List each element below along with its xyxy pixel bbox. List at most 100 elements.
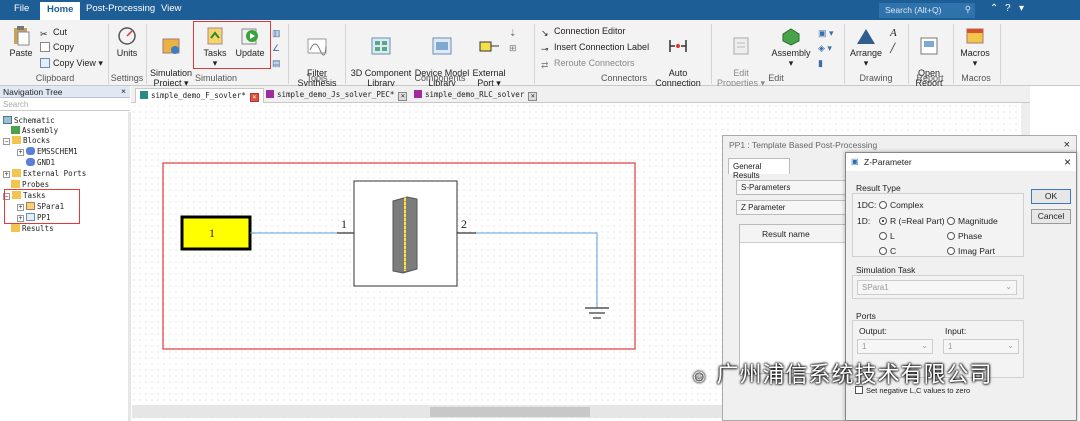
minimize-ribbon-icon[interactable]: ⌃ (990, 3, 998, 14)
copy-view-icon (40, 58, 50, 68)
tab-post-processing[interactable]: Post-Processing (86, 3, 155, 14)
close-icon[interactable]: × (1064, 139, 1070, 151)
macros-button[interactable]: Macros ▾ (958, 26, 992, 68)
search-box[interactable]: Search (Alt+Q) ⚲ (879, 3, 975, 18)
reroute-connectors-label: Reroute Connectors (554, 58, 635, 68)
arrange-icon (857, 29, 875, 44)
copy-view-button[interactable]: Copy View ▾ (40, 58, 103, 69)
arrange-button[interactable]: Arrange ▾ (848, 26, 884, 68)
wechat-icon: ☺ (690, 366, 710, 386)
tab-view[interactable]: View (161, 3, 181, 14)
connection-editor-button[interactable]: ↘ Connection Editor (541, 26, 626, 38)
edit-small-icons[interactable]: ▣ ▾ ◈ ▾ ▮ (818, 26, 834, 71)
reroute-connectors-button[interactable]: ⇄ Reroute Connectors (541, 58, 635, 70)
output-port-select[interactable]: 1 ⌄ (857, 339, 933, 354)
ok-button[interactable]: OK (1031, 189, 1071, 204)
copy-button[interactable]: Copy (40, 42, 74, 53)
radio-button[interactable] (947, 247, 955, 255)
tree-item-assembly[interactable]: Assembly (11, 126, 58, 136)
radio-imag-part[interactable]: Imag Part (947, 246, 995, 256)
tab-doc-js-solver[interactable]: simple_demo_Js_solver_PEC* × (262, 88, 411, 103)
radio-button[interactable] (947, 217, 955, 225)
restore-icon[interactable]: ▾ (1019, 3, 1024, 14)
units-button[interactable]: Units (113, 26, 141, 58)
tree-item-emsschem1[interactable]: + EMSSCHEM1 (17, 147, 78, 157)
row-1dc-label: 1DC: (857, 200, 877, 210)
port-number-label: 1 (209, 226, 215, 240)
close-icon[interactable]: × (249, 93, 259, 102)
document-tabs: simple_demo_F_sovler* × simple_demo_Js_so… (131, 86, 1030, 103)
group-separator (534, 24, 535, 84)
group-separator (288, 24, 289, 84)
cancel-button[interactable]: Cancel (1031, 209, 1071, 224)
component-small-icons[interactable]: ⇣ ⊞ (509, 26, 517, 56)
pp1-template-field[interactable]: S-Parameters (736, 180, 851, 195)
radio-real-part[interactable]: R (=Real Part) (879, 216, 945, 226)
navigation-search-input[interactable]: Search (0, 98, 130, 111)
doc-tab-label: simple_demo_F_sovler* (151, 91, 246, 100)
input-port-select[interactable]: 1 ⌄ (943, 339, 1019, 354)
paste-icon (14, 26, 30, 46)
radio-button[interactable] (879, 201, 887, 209)
external-port-block[interactable] (180, 215, 252, 251)
tab-doc-rlc-solver[interactable]: simple_demo_RLC_solver × (410, 88, 541, 103)
ground-wire[interactable] (476, 232, 598, 308)
radio-l[interactable]: L (879, 231, 895, 241)
scrollbar-thumb[interactable] (430, 407, 590, 417)
checkbox[interactable] (855, 386, 863, 394)
drawing-small-icons[interactable]: A ╱ (890, 26, 897, 56)
edit-properties-icon (733, 37, 749, 55)
radio-complex[interactable]: Complex (879, 200, 924, 210)
radio-magnitude[interactable]: Magnitude (947, 216, 998, 226)
help-icon[interactable]: ? (1005, 3, 1011, 14)
text-icon: A (890, 27, 897, 39)
radio-button[interactable] (879, 232, 887, 240)
tab-general-results[interactable]: General Results (728, 158, 790, 180)
result-name-column: Result name (762, 229, 810, 239)
group-clipboard-label: Clipboard (35, 73, 75, 83)
expand-icon[interactable]: + (17, 149, 24, 156)
menu-bar: File Home Post-Processing View Search (A… (0, 0, 1080, 20)
cut-button[interactable]: ✂ Cut (40, 27, 67, 39)
simulation-project-icon (162, 38, 180, 54)
expand-icon[interactable]: + (3, 171, 10, 178)
simulation-task-select[interactable]: SPara1 ⌄ (857, 280, 1017, 295)
tab-file[interactable]: File (14, 3, 29, 14)
horizontal-scrollbar[interactable] (132, 405, 722, 418)
collapse-icon[interactable]: − (3, 138, 10, 145)
tree-item-schematic[interactable]: Schematic (3, 116, 55, 126)
radio-real-label: R (=Real Part) (890, 216, 945, 226)
tree-item-results[interactable]: Results (11, 224, 54, 234)
group-edit-label: Edit (768, 73, 784, 83)
assembly-icon (782, 28, 800, 46)
paste-button[interactable]: Paste (6, 26, 36, 58)
close-icon[interactable]: × (398, 92, 408, 101)
arrange-label: Arrange (849, 48, 883, 58)
close-icon[interactable]: × (528, 92, 538, 101)
tab-doc-f-sovler[interactable]: simple_demo_F_sovler* × (135, 88, 264, 103)
insert-connection-label-button[interactable]: ⊸ Insert Connection Label (541, 42, 649, 54)
radio-phase[interactable]: Phase (947, 231, 982, 241)
result-type-label: Result Type (856, 183, 901, 193)
radio-button-selected[interactable] (879, 217, 887, 225)
copy-view-label: Copy View (53, 58, 96, 68)
group-simulation-label: Simulation (194, 73, 238, 83)
close-icon[interactable]: × (1064, 155, 1071, 169)
chart-icon: ▥ (272, 28, 281, 38)
group-components-label: Components (414, 73, 466, 83)
tree-item-blocks[interactable]: − Blocks (3, 136, 50, 146)
paste-label: Paste (9, 48, 33, 58)
radio-button[interactable] (879, 247, 887, 255)
pp1-result-field[interactable]: Z Parameter (736, 200, 851, 215)
simulation-small-icons[interactable]: ▥ ∠ ▤ (272, 26, 281, 71)
close-icon[interactable]: × (121, 86, 126, 96)
chevron-down-icon: ⌄ (1007, 341, 1014, 350)
negative-lc-checkbox[interactable]: Set negative L,C values to zero (855, 386, 970, 395)
assembly-button[interactable]: Assembly ▾ (770, 26, 812, 68)
cut-label: Cut (53, 27, 68, 37)
radio-button[interactable] (947, 232, 955, 240)
tree-item-external-ports[interactable]: + External Ports (3, 169, 86, 179)
tree-item-gnd1[interactable]: GND1 (26, 158, 55, 168)
radio-c[interactable]: C (879, 246, 896, 256)
tab-home[interactable]: Home (40, 2, 81, 20)
